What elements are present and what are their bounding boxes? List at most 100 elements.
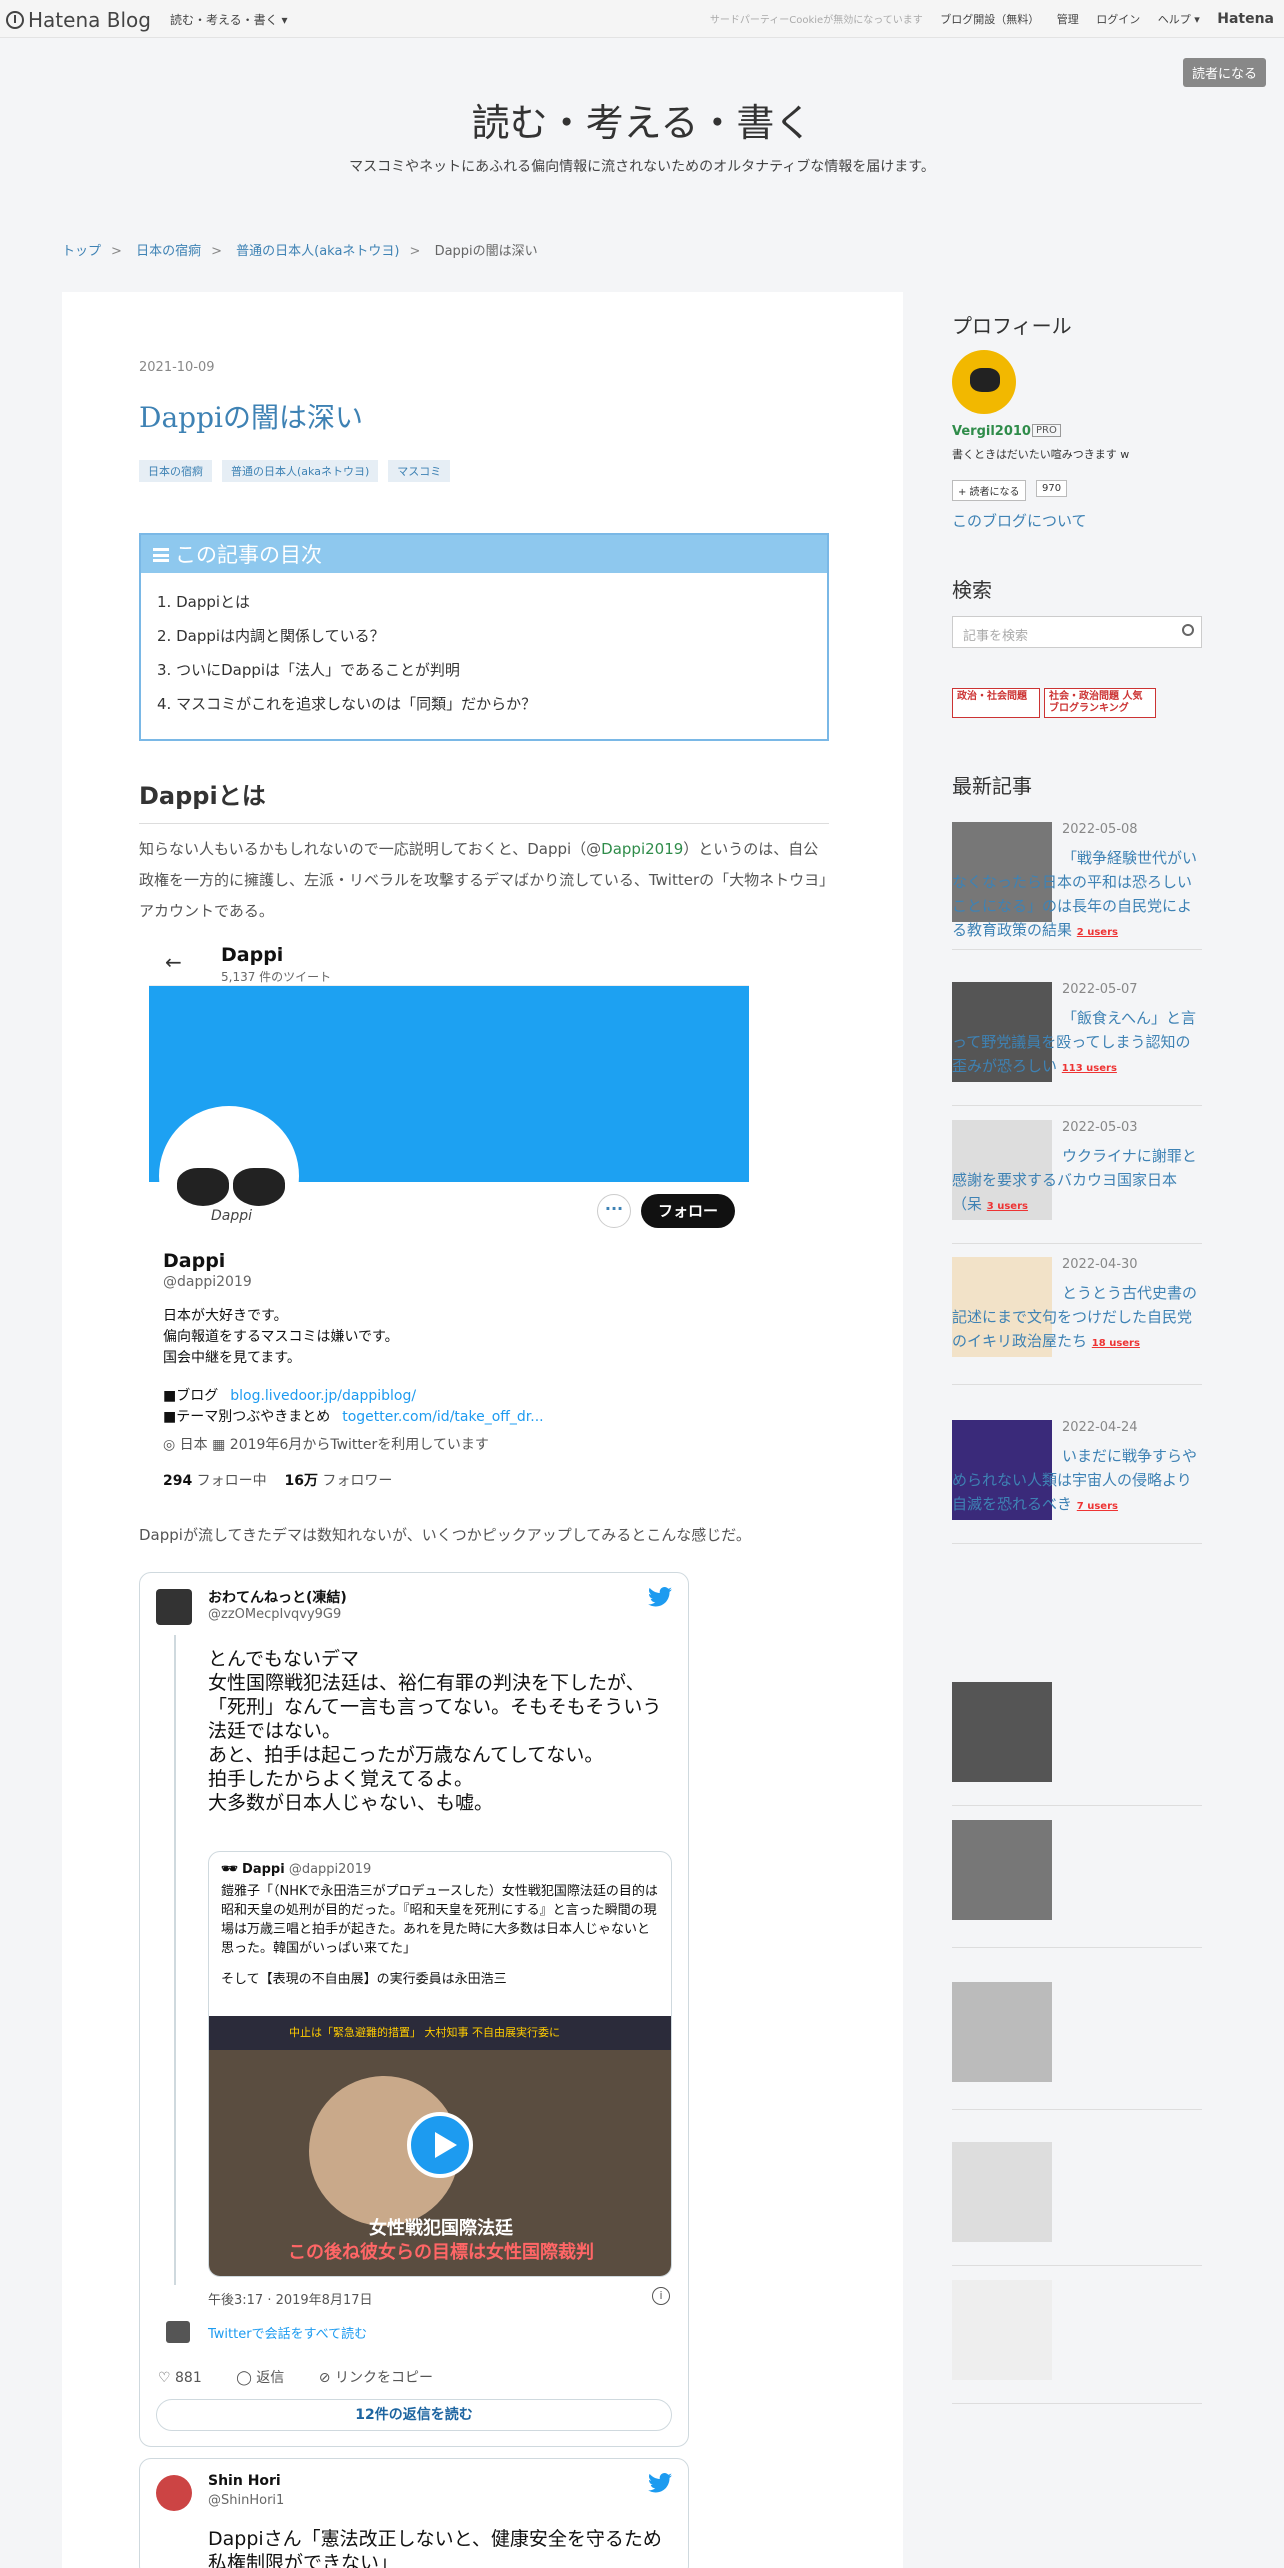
ranking-banner[interactable]: 政治・社会問題 <box>952 688 1040 718</box>
list-item[interactable] <box>952 1982 1202 2110</box>
tweet-body: Dappiさん「憲法改正しないと、健康安全を守るため私権制限ができない」 <box>208 2528 662 2568</box>
avatar: Dappi <box>159 1106 299 1246</box>
tweet-actions: ♡ 881 ◯ 返信 ⊘ リンクをコピー <box>158 2367 463 2387</box>
entry-title[interactable]: Dappiの闇は深い <box>139 396 363 436</box>
tweet-author[interactable]: おわてんねっと(凍結) <box>208 1587 347 1607</box>
about-link[interactable]: このブログについて <box>952 510 1087 531</box>
avatar[interactable] <box>156 2475 192 2511</box>
hatena-blog-logo[interactable]: Hatena Blog <box>6 8 151 32</box>
profile-handle: @dappi2019 <box>163 1274 252 1290</box>
search-icon[interactable] <box>1182 624 1194 636</box>
profile-username[interactable]: Vergil2010 <box>952 424 1031 439</box>
blog-open-link[interactable]: ブログ開設（無料） <box>940 13 1039 26</box>
subscribe-button[interactable]: + 読者になる <box>952 480 1026 501</box>
copy-link-button[interactable]: ⊘ リンクをコピー <box>319 2370 433 2386</box>
list-item[interactable]: 2022-05-07 「飯食えへん」と言って野党議員を殴ってしまう認知の歪みが恐… <box>952 982 1202 1106</box>
tweet-body: とんでもないデマ 女性国際戦犯法廷は、裕仁有罪の判決を下したが、「死刑」なんて一言… <box>208 1648 662 1814</box>
category-tag[interactable]: 普通の日本人(akaネトウヨ) <box>222 460 379 482</box>
profile-module: プロフィール Vergil2010 PRO 書くときはだいたい喧みつきます w … <box>952 292 1212 552</box>
hatena-link[interactable]: Hatena <box>1217 11 1274 27</box>
read-conversation-link[interactable]: Twitterで会話をすべて読む <box>208 2323 367 2342</box>
tweet-count: 5,137 件のツイート <box>221 970 332 984</box>
sunglasses-icon <box>177 1168 229 1206</box>
global-header: Hatena Blog 読む・考える・書く ▾ サードパーティーCookieが無… <box>0 0 1284 38</box>
reply-button[interactable]: ◯ 返信 <box>236 2370 284 2386</box>
video-thumbnail[interactable]: 中止は「緊急避難的措置」 大村知事 不自由展実行委に 女性戦犯国際法廷 この後ね… <box>209 2016 671 2276</box>
profile-name: Dappi <box>221 944 284 966</box>
tweet-handle[interactable]: @ShinHori1 <box>208 2493 284 2508</box>
blog-description: マスコミやネットにあふれる偏向情報に流されないためのオルタナティブな情報を届けま… <box>349 159 935 175</box>
list-item[interactable] <box>952 2142 1202 2266</box>
tweet-author[interactable]: Shin Hori <box>208 2473 281 2489</box>
help-menu[interactable]: ヘルプ ▾ <box>1158 13 1200 26</box>
toc-item[interactable]: 1. Dappiとは <box>157 585 811 619</box>
thumbnail <box>952 2280 1052 2380</box>
blog-title[interactable]: 読む・考える・書く <box>0 92 1284 147</box>
ranking-banner[interactable]: 社会・政治問題 人気ブログランキング <box>1044 688 1156 718</box>
breadcrumb-category[interactable]: 日本の宿痾 <box>136 244 201 259</box>
reader-count: 970 <box>1036 480 1068 497</box>
toc-item[interactable]: 2. Dappiは内調と関係している？ <box>157 619 811 653</box>
profile-bio: 日本が大好きです。 偏向報道をするマスコミは嫌いです。 国会中継を見てます。 <box>163 1308 399 1366</box>
tweet-timestamp[interactable]: 午後3:17 · 2019年8月17日 <box>208 2289 373 2308</box>
toc-item[interactable]: 3. ついにDappiは「法人」であることが判明 <box>157 653 811 687</box>
category-tag[interactable]: マスコミ <box>388 460 451 482</box>
profile-display-name: Dappi <box>163 1250 226 1272</box>
quoted-tweet[interactable]: 🕶 Dappi @dappi2019 鎧雅子「（NHKで永田浩三がプロデュースし… <box>208 1851 672 2277</box>
list-icon <box>153 548 169 562</box>
blog-menu-button[interactable]: 読む・考える・書く ▾ <box>170 11 287 28</box>
list-item[interactable] <box>952 1682 1202 1806</box>
entry-main: 2021-10-09 Dappiの闇は深い 日本の宿痾 普通の日本人(akaネトウ… <box>62 292 903 2568</box>
manage-link[interactable]: 管理 <box>1057 13 1079 26</box>
conversation-icon <box>166 2321 190 2343</box>
profile-description: 書くときはだいたい喧みつきます w <box>952 448 1130 461</box>
paragraph: 知らない人もいるかもしれないので一応説明しておくと、Dappi（@Dappi20… <box>139 840 827 920</box>
breadcrumb-subcategory[interactable]: 普通の日本人(akaネトウヨ) <box>236 244 399 259</box>
tweet-handle[interactable]: @zzOMecpIvqvy9G9 <box>208 1607 341 1622</box>
thumbnail <box>952 1682 1052 1782</box>
twitter-bird-icon[interactable] <box>648 1587 672 1607</box>
cat-icon <box>970 368 1000 392</box>
more-icon: ··· <box>597 1194 631 1228</box>
list-item[interactable]: 2022-05-08 「戦争経験世代がいなくなったら日本の平和は恐ろしいことにな… <box>952 822 1202 950</box>
back-arrow-icon: ← <box>165 950 182 974</box>
entry-date[interactable]: 2021-10-09 <box>139 360 215 375</box>
pro-badge: PRO <box>1032 424 1061 437</box>
category-tag[interactable]: 日本の宿痾 <box>139 460 212 482</box>
list-item[interactable] <box>952 2280 1202 2404</box>
table-of-contents: この記事の目次 1. Dappiとは 2. Dappiは内調と関係している？ 3… <box>139 533 829 741</box>
breadcrumb-top[interactable]: トップ <box>62 244 101 259</box>
list-item[interactable]: 2022-04-24 いまだに戦争すらやめられない人類は宇宙人の侵略より自滅を恐… <box>952 1420 1202 1544</box>
toc-item[interactable]: 4. マスコミがこれを追求しないのは「同類」だからか？ <box>157 687 811 721</box>
play-icon[interactable] <box>407 2112 473 2178</box>
hatena-logo-icon <box>6 11 24 29</box>
twitter-profile-screenshot: ← Dappi 5,137 件のツイート Dappi ··· フォロー Dapp… <box>149 940 749 1505</box>
embedded-tweet: おわてんねっと(凍結) @zzOMecpIvqvy9G9 とんでもないデマ 女性国… <box>139 1572 689 2447</box>
list-item[interactable]: 2022-05-03 ウクライナに謝罪と感謝を要求するバカウヨ国家日本（呆 3 … <box>952 1120 1202 1244</box>
profile-links: ■ブログ blog.livedoor.jp/dappiblog/ ■テーマ別つぶや… <box>163 1388 544 1425</box>
list-item[interactable]: 2022-04-30 とうとう古代史書の記述にまで文句をつけだした自民党のイキリ… <box>952 1257 1202 1385</box>
sunglasses-icon <box>233 1168 285 1206</box>
search-input[interactable]: 記事を検索 <box>952 616 1202 648</box>
section-heading: Dappiとは <box>139 776 829 824</box>
login-link[interactable]: ログイン <box>1096 13 1140 26</box>
profile-heading: プロフィール <box>952 314 1072 338</box>
follow-button: フォロー <box>641 1194 735 1228</box>
read-replies-button[interactable]: 12件の返信を読む <box>156 2399 672 2431</box>
avatar[interactable] <box>156 1589 192 1625</box>
twitter-bird-icon[interactable] <box>648 2473 672 2493</box>
breadcrumb: トップ > 日本の宿痾 > 普通の日本人(akaネトウヨ) > Dappiの闇は深い <box>62 244 538 259</box>
list-item[interactable] <box>952 1820 1202 1948</box>
info-icon[interactable]: i <box>652 2287 670 2305</box>
toc-title: この記事の目次 <box>175 543 322 567</box>
cookie-notice: サードパーティーCookieが無効になっています <box>709 15 923 26</box>
avatar[interactable] <box>952 350 1016 414</box>
dappi-twitter-link[interactable]: Dappi2019 <box>601 840 683 858</box>
embedded-tweet: Shin Hori @ShinHori1 Dappiさん「憲法改正しないと、健康… <box>139 2458 689 2568</box>
thumbnail <box>952 1820 1052 1920</box>
entry-categories: 日本の宿痾 普通の日本人(akaネトウヨ) マスコミ <box>139 460 460 482</box>
search-heading: 検索 <box>952 578 992 602</box>
subscribe-button[interactable]: 読者になる <box>1182 58 1266 87</box>
thumbnail <box>952 1982 1052 2082</box>
like-button[interactable]: ♡ 881 <box>158 2370 202 2386</box>
